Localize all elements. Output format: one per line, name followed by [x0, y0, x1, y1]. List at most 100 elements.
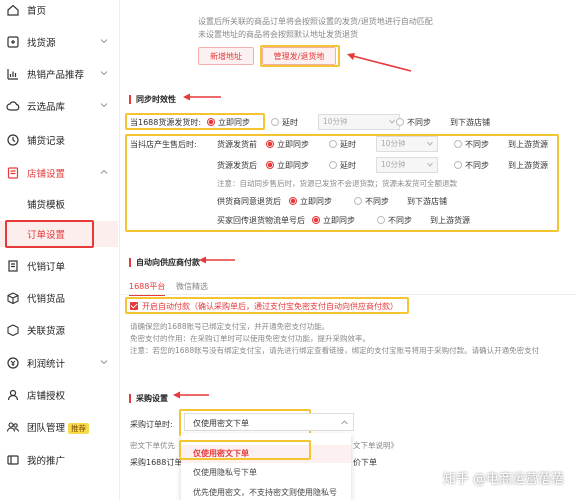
tab-wechat-select[interactable]: 微信精选 — [176, 281, 208, 292]
sidebar-item-label: 铺货模板 — [27, 200, 66, 211]
address-note-1: 设置后所关联的商品订单将会按照设置的发货/退货地进行自动匹配 — [198, 17, 433, 26]
sidebar-item-hot-products[interactable]: 热销产品推荐 — [0, 61, 118, 87]
sync-row2b-label: 货源发货后 — [217, 161, 257, 170]
sidebar-item-label: 我的推广 — [27, 456, 66, 467]
search-goods-icon — [7, 36, 19, 48]
sync-row1-manual: 到下游店铺 — [450, 118, 490, 127]
sidebar-item-label: 店铺授权 — [27, 391, 66, 402]
highlight-manage-address — [260, 45, 340, 67]
sync-row2b-manual: 到上游货源 — [508, 161, 548, 170]
sidebar-item-cloud-library[interactable]: 云选品库 — [0, 93, 118, 119]
sync-row3-none[interactable]: 不同步 — [354, 196, 389, 207]
sync-row1-now[interactable]: 立即同步 — [207, 117, 250, 128]
sidebar-item-consign-goods[interactable]: 代销货品 — [0, 285, 118, 311]
sync-row4-manual: 到上游货源 — [430, 216, 470, 225]
sidebar-item-label: 云选品库 — [27, 102, 66, 113]
dropdown-option-ciphertext-first[interactable]: 优先使用密文，不支持密文则使用隐私号 — [181, 484, 351, 500]
sync-row2-note: 注意：自动同步售后时，货源已发货不会退货款；货源未发货可全额退款 — [217, 179, 457, 188]
sync-row1-label: 当1688货源发货时: — [130, 118, 202, 127]
autopay-note-3: 注意：若您的1688账号没有绑定支付宝，请先进行绑定查看链接，绑定的支付宝账号将… — [130, 346, 540, 355]
sync-section-title: 同步时效性 — [129, 95, 176, 104]
order-icon — [8, 260, 18, 272]
purchase-line-1b: 文下单说明》 — [353, 441, 398, 450]
sync-row2a-delay[interactable]: 延时 — [329, 139, 356, 150]
sidebar-item-linked-source[interactable]: 关联货源 — [0, 317, 118, 343]
chevron-down-icon — [427, 141, 433, 146]
sidebar-item-team-management[interactable]: 团队管理 推荐 — [0, 414, 118, 440]
sync-row4-now[interactable]: 立即同步 — [312, 215, 355, 226]
sidebar-item-label: 代销订单 — [27, 262, 66, 273]
chevron-down-icon — [100, 360, 108, 365]
purchase-selected-value: 仅使用密文下单 — [193, 419, 249, 428]
sidebar-item-consign-orders[interactable]: 代销订单 — [0, 253, 118, 279]
main-content: 设置后所关联的商品订单将会按照设置的发货/退货地进行自动匹配 未设置地址的商品将… — [121, 0, 576, 500]
sync-row2a-none[interactable]: 不同步 — [454, 139, 489, 150]
radio-on-icon — [266, 161, 274, 169]
link-icon — [7, 324, 19, 337]
annotation-arrow — [199, 256, 235, 264]
sync-row3-manual: 到下游店铺 — [407, 197, 447, 206]
radio-on-icon — [289, 197, 297, 205]
chevron-down-icon — [389, 119, 395, 124]
purchase-section-title: 采购设置 — [129, 394, 168, 403]
sidebar-item-my-promotion[interactable]: 我的推广 — [0, 447, 118, 473]
autopay-checkbox[interactable]: 开启自动付款（确认采购单后，通过支付宝免密支付自动向供应商付款） — [130, 301, 398, 312]
clock-icon — [7, 134, 19, 146]
purchase-line-2: 采购1688订单 — [130, 458, 183, 467]
sync-row1-delay-select[interactable]: 10分钟 — [318, 114, 400, 130]
sidebar-item-shop-settings[interactable]: 店铺设置 — [0, 160, 118, 186]
sync-row4-label: 买家回传退货物流单号后 — [217, 216, 305, 225]
sidebar-item-home[interactable]: 首页 — [0, 0, 118, 23]
dropdown-option-privacy-number[interactable]: 仅使用隐私号下单 — [181, 464, 351, 482]
purchase-order-label: 采购订单时: — [130, 420, 173, 429]
sidebar-item-label: 铺货记录 — [27, 136, 66, 147]
box-icon — [7, 292, 19, 305]
sync-row2b-delay-select[interactable]: 10分钟 — [376, 157, 438, 173]
sidebar-item-label: 关联货源 — [27, 326, 66, 337]
sidebar-item-find-goods[interactable]: 找货源 — [0, 29, 118, 55]
home-icon — [7, 4, 19, 16]
recommend-badge: 推荐 — [68, 423, 90, 434]
radio-off-icon — [454, 140, 462, 148]
purchase-order-select[interactable]: 仅使用密文下单 — [184, 413, 354, 431]
sidebar-item-listing-template[interactable]: 铺货模板 — [0, 191, 118, 217]
shop-settings-icon — [7, 167, 19, 179]
chevron-down-icon — [100, 39, 108, 44]
radio-off-icon — [329, 161, 337, 169]
sync-row1-none[interactable]: 不同步 — [396, 117, 431, 128]
sidebar-item-listing-records[interactable]: 铺货记录 — [0, 127, 118, 153]
address-note-2: 未设置地址的商品将会按照默认地址发货退货 — [198, 30, 358, 39]
team-icon — [6, 422, 20, 432]
sidebar-item-label: 代销货品 — [27, 294, 66, 305]
sidebar-item-label: 团队管理 — [27, 423, 66, 434]
chevron-up-icon — [341, 420, 348, 425]
sync-row3-now[interactable]: 立即同步 — [289, 196, 332, 207]
sync-row2b-none[interactable]: 不同步 — [454, 160, 489, 171]
sync-row1-delay[interactable]: 延时 — [271, 117, 298, 128]
highlight-order-settings — [5, 220, 94, 248]
chevron-up-icon — [100, 169, 108, 174]
radio-off-icon — [454, 161, 462, 169]
sync-row2b-delay[interactable]: 延时 — [329, 160, 356, 171]
sync-row3-label: 供货商同意退货后 — [217, 197, 281, 206]
authorize-icon — [7, 389, 19, 401]
sidebar-item-profit-stats[interactable]: 利润统计 — [0, 350, 118, 376]
checkbox-checked-icon — [130, 302, 138, 310]
sync-row2a-delay-select[interactable]: 10分钟 — [376, 136, 438, 152]
purchase-line-1: 密文下单优先 — [130, 441, 175, 450]
sync-row2b-now[interactable]: 立即同步 — [266, 160, 309, 171]
sidebar-item-label: 热销产品推荐 — [27, 70, 85, 81]
sync-row2a-now[interactable]: 立即同步 — [266, 139, 309, 150]
purchase-line-2b: 价下单 — [353, 458, 377, 467]
sidebar-item-shop-authorize[interactable]: 店铺授权 — [0, 382, 118, 408]
tab-divider — [121, 294, 576, 295]
add-address-button[interactable]: 新增地址 — [198, 47, 254, 65]
profit-icon — [7, 357, 19, 369]
radio-off-icon — [377, 216, 385, 224]
autopay-note-1: 请确保您的1688账号已绑定支付宝，并开通免密支付功能。 — [130, 322, 330, 331]
radio-off-icon — [396, 118, 404, 126]
annotation-arrow — [347, 53, 412, 72]
sync-row2-label: 当抖店产生售后时: — [130, 140, 197, 149]
chevron-down-icon — [100, 71, 108, 76]
sync-row4-none[interactable]: 不同步 — [377, 215, 412, 226]
